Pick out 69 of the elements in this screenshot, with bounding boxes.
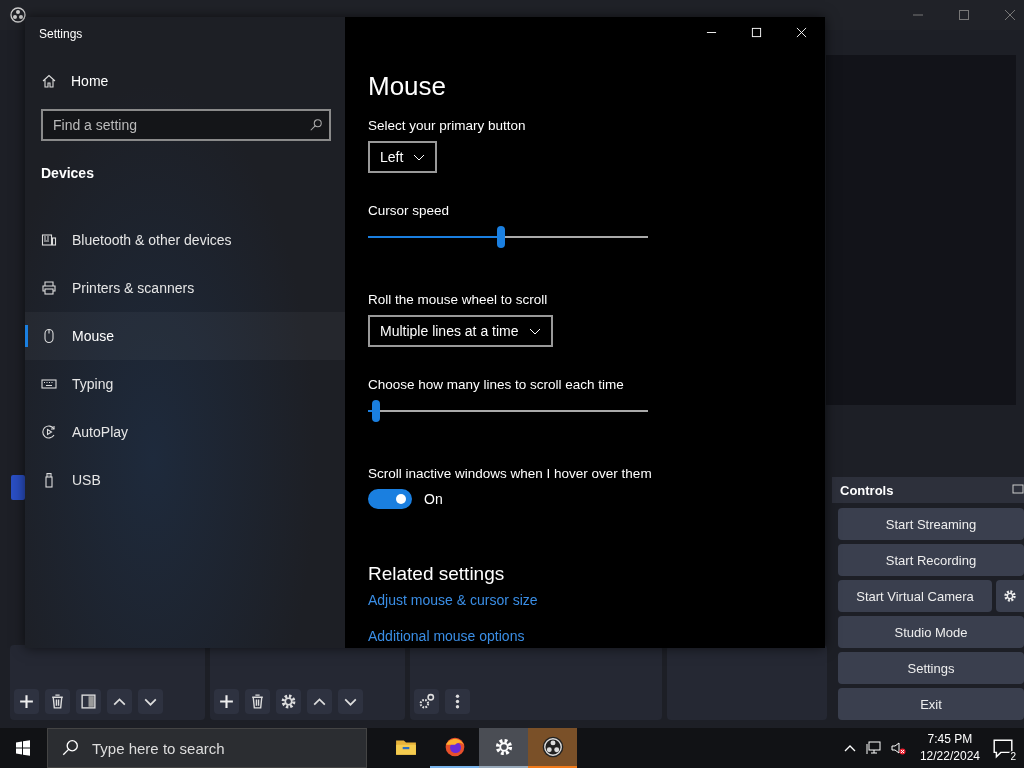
app-logo-icon (541, 736, 564, 758)
clock-time[interactable]: 7:45 PM (927, 731, 973, 748)
control-button[interactable]: Exit (838, 688, 1024, 720)
more-icon[interactable] (445, 689, 470, 714)
slider[interactable] (368, 400, 648, 422)
dropdown[interactable]: Multiple lines at a time (368, 315, 553, 347)
setting-label: Scroll inactive windows when I hover over them (368, 466, 652, 481)
gear-icon (493, 737, 514, 757)
nav-item[interactable]: Printers & scanners (25, 264, 345, 312)
setting-label: Select your primary button (368, 118, 526, 133)
control-button[interactable]: Studio Mode (838, 616, 1024, 648)
slider[interactable] (368, 226, 648, 248)
mouse-icon (41, 328, 57, 344)
nav-item[interactable]: Mouse (25, 312, 345, 360)
control-button[interactable]: Start Streaming (838, 508, 1024, 540)
clock-date[interactable]: 12/22/2024 (919, 748, 980, 765)
control-button[interactable]: Start Virtual Camera (838, 580, 992, 612)
network-icon[interactable] (865, 740, 882, 756)
nav-item[interactable]: Bluetooth & other devices (25, 216, 345, 264)
trash-icon[interactable] (45, 689, 70, 714)
setting-label: Cursor speed (368, 203, 450, 218)
selection-indicator (25, 325, 28, 347)
section-heading: Devices (41, 165, 95, 181)
nav-item[interactable]: USB (25, 456, 345, 504)
home-icon (41, 73, 57, 89)
window-title: Settings (38, 26, 84, 43)
filter-icon[interactable] (76, 689, 101, 714)
keyboard-icon (41, 376, 57, 392)
search-icon[interactable] (61, 739, 79, 757)
chevron-up-icon[interactable] (107, 689, 132, 714)
printer-icon (41, 280, 57, 296)
home-link[interactable]: Home (41, 73, 109, 89)
app-logo-icon (10, 7, 26, 23)
notification-icon[interactable] (992, 737, 1014, 759)
settings-icon[interactable] (276, 689, 301, 714)
browser-icon (443, 736, 466, 758)
chevron-up-icon[interactable] (307, 689, 332, 714)
search-icon[interactable] (309, 118, 323, 132)
undock-icon[interactable] (1012, 484, 1024, 496)
gear-app-button[interactable] (479, 728, 528, 768)
settings-icon[interactable] (414, 689, 439, 714)
nav-item[interactable]: Typing (25, 360, 345, 408)
section-heading: Related settings (368, 563, 505, 585)
gear-icon (1003, 589, 1017, 603)
search-field[interactable]: Find a setting (41, 109, 331, 141)
notification-count: 2 (1008, 751, 1018, 762)
autoplay-icon (41, 424, 57, 440)
chevron-down-icon[interactable] (338, 689, 363, 714)
control-button[interactable]: Start Recording (838, 544, 1024, 576)
add-icon[interactable] (214, 689, 239, 714)
toggle-state: On (424, 491, 443, 507)
dropdown[interactable]: Left (368, 141, 438, 173)
control-button[interactable]: Settings (838, 652, 1024, 684)
settings-link[interactable]: Adjust mouse & cursor size (368, 592, 538, 608)
obs-app-button[interactable] (528, 728, 577, 768)
page-title: Mouse (368, 71, 447, 102)
settings-link[interactable]: Additional mouse options (368, 628, 525, 644)
taskbar-search-field[interactable]: Type here to search (47, 728, 367, 768)
devices-icon (41, 232, 57, 248)
nav-item[interactable]: AutoPlay (25, 408, 345, 456)
settings-button[interactable] (996, 580, 1024, 612)
setting-label: Choose how many lines to scroll each time (368, 377, 624, 392)
setting-label: Roll the mouse wheel to scroll (368, 292, 548, 307)
trash-icon[interactable] (245, 689, 270, 714)
chevron-down-icon[interactable] (138, 689, 163, 714)
dock-title: Controls (840, 482, 895, 498)
add-icon[interactable] (14, 689, 39, 714)
toggle-switch[interactable] (368, 489, 412, 509)
volume-muted-icon[interactable] (889, 740, 906, 756)
